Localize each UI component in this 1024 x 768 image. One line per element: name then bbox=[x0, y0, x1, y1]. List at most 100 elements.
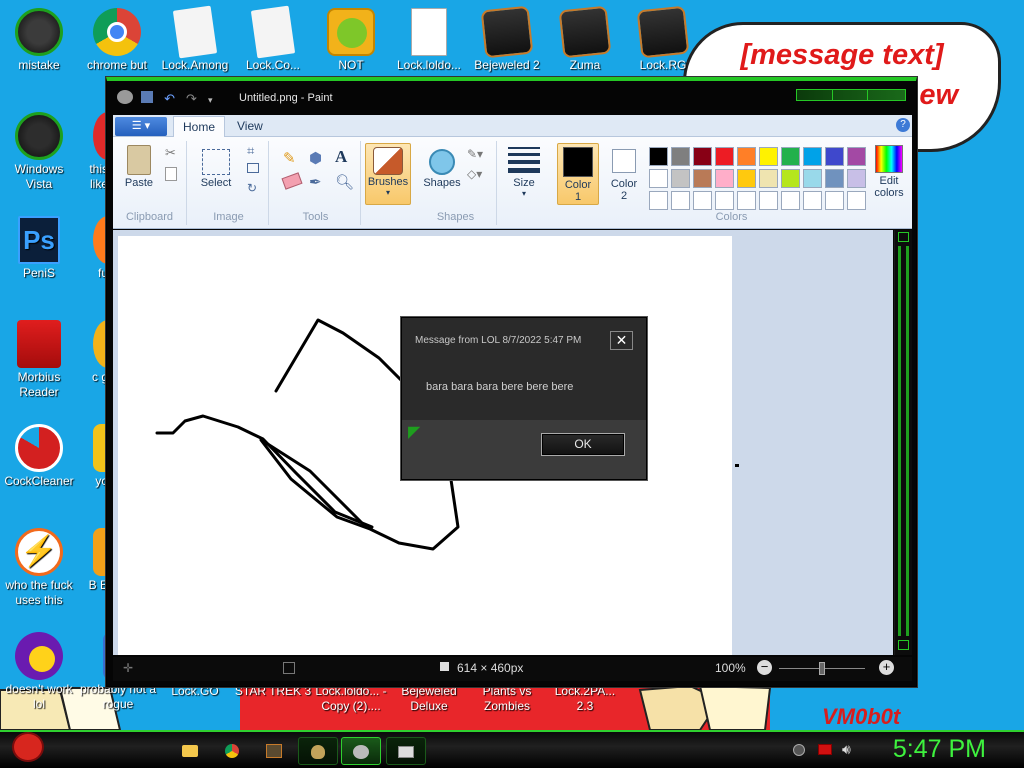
zoom-slider-thumb[interactable] bbox=[819, 662, 825, 675]
desktop-icon-bejeweled-2[interactable]: Bejeweled 2 bbox=[468, 5, 546, 73]
close-button[interactable] bbox=[868, 90, 905, 100]
palette-swatch[interactable] bbox=[803, 191, 822, 210]
palette-swatch[interactable] bbox=[825, 169, 844, 188]
palette-swatch[interactable] bbox=[759, 191, 778, 210]
copy-icon[interactable] bbox=[165, 167, 177, 181]
eraser-icon[interactable] bbox=[281, 172, 303, 190]
taskbar-chrome[interactable] bbox=[212, 737, 252, 765]
desktop-icon-morbius-reader[interactable]: Morbius Reader bbox=[0, 320, 78, 400]
desktop-icon-cockcleaner[interactable]: CockCleaner bbox=[0, 424, 78, 489]
text-icon[interactable]: A bbox=[335, 147, 355, 167]
tray-icon[interactable] bbox=[793, 744, 805, 756]
taskbar-window[interactable] bbox=[386, 737, 426, 765]
help-icon[interactable]: ? bbox=[896, 118, 910, 132]
desktop-icon-lock-among[interactable]: Lock.Among bbox=[156, 5, 234, 73]
crop-icon[interactable]: ⌗ bbox=[247, 143, 254, 159]
desktop-icon-windows-vista[interactable]: Windows Vista bbox=[0, 112, 78, 192]
tab-home[interactable]: Home bbox=[173, 116, 225, 138]
network-icon[interactable] bbox=[818, 744, 832, 755]
color-picker-icon[interactable]: ✒ bbox=[309, 173, 322, 191]
palette-swatch[interactable] bbox=[825, 191, 844, 210]
scroll-thumb[interactable] bbox=[898, 246, 909, 636]
palette-swatch[interactable] bbox=[825, 147, 844, 166]
paint-app-icon[interactable] bbox=[117, 90, 133, 104]
desktop-icon-doesnt-work[interactable]: doesn't work lol bbox=[0, 632, 78, 712]
select-button[interactable]: Select bbox=[195, 143, 237, 203]
paste-button[interactable]: Paste bbox=[121, 143, 157, 203]
tab-view[interactable]: View bbox=[237, 119, 263, 133]
desktop-icon-lock-loldo-copy[interactable]: Lock.loldo... - Copy (2).... bbox=[312, 684, 390, 714]
palette-swatch[interactable] bbox=[671, 191, 690, 210]
desktop-icon-zuma[interactable]: Zuma bbox=[546, 5, 624, 73]
desktop-icon-not[interactable]: NOT bbox=[312, 8, 390, 73]
redo-icon[interactable]: ↷ bbox=[186, 91, 197, 107]
outline-icon[interactable]: ✎▾ bbox=[467, 147, 483, 161]
palette-swatch[interactable] bbox=[715, 147, 734, 166]
palette-swatch[interactable] bbox=[737, 191, 756, 210]
desktop-icon-lock-co[interactable]: Lock.Co... bbox=[234, 5, 312, 73]
magnifier-icon[interactable]: 🔍︎ bbox=[335, 173, 354, 191]
palette-swatch[interactable] bbox=[693, 169, 712, 188]
desktop-icon-b-e[interactable]: B E bbox=[78, 528, 108, 593]
palette-swatch[interactable] bbox=[649, 191, 668, 210]
color1-button[interactable]: Color 1 bbox=[557, 143, 599, 205]
palette-swatch[interactable] bbox=[671, 147, 690, 166]
palette-swatch[interactable] bbox=[715, 169, 734, 188]
palette-swatch[interactable] bbox=[715, 191, 734, 210]
rotate-icon[interactable]: ↻ bbox=[247, 181, 257, 195]
desktop-icon-lock-2pa[interactable]: Lock.2PA... 2.3 bbox=[546, 684, 624, 714]
edit-colors-button[interactable]: Edit colors bbox=[867, 143, 911, 205]
message-dialog[interactable]: Message from LOL 8/7/2022 5:47 PM ✕ bara… bbox=[401, 317, 647, 480]
brushes-button[interactable]: Brushes ▾ bbox=[365, 143, 411, 205]
palette-swatch[interactable] bbox=[759, 147, 778, 166]
desktop-icon-bejeweled-deluxe[interactable]: Bejeweled Deluxe bbox=[390, 684, 468, 714]
taskbar-explorer[interactable] bbox=[170, 737, 210, 765]
palette-swatch[interactable] bbox=[671, 169, 690, 188]
dialog-close-button[interactable]: ✕ bbox=[610, 331, 633, 350]
desktop-icon-this-like[interactable]: this like bbox=[78, 112, 108, 192]
palette-swatch[interactable] bbox=[847, 191, 866, 210]
desktop-icon-lock-rg[interactable]: Lock.RG bbox=[624, 5, 702, 73]
desktop-icon-lock-loldo[interactable]: Lock.loldo... bbox=[390, 8, 468, 73]
fill-style-icon[interactable]: ◇▾ bbox=[467, 167, 482, 181]
scroll-down-button[interactable] bbox=[898, 640, 909, 650]
taskbar-game[interactable] bbox=[254, 737, 294, 765]
palette-swatch[interactable] bbox=[737, 147, 756, 166]
palette-swatch[interactable] bbox=[649, 147, 668, 166]
customize-toolbar-icon[interactable]: ▾ bbox=[208, 95, 213, 106]
desktop-icon-mistake[interactable]: mistake bbox=[0, 8, 78, 73]
palette-swatch[interactable] bbox=[649, 169, 668, 188]
pencil-icon[interactable]: ✎ bbox=[283, 149, 303, 169]
title-bar[interactable]: ↶ ↷ ▾ Untitled.png - Paint bbox=[107, 81, 916, 115]
color2-button[interactable]: Color 2 bbox=[603, 143, 645, 205]
zoom-out-button[interactable]: − bbox=[757, 660, 772, 675]
palette-swatch[interactable] bbox=[737, 169, 756, 188]
desktop-icon-penis[interactable]: Ps PeniS bbox=[0, 216, 78, 281]
undo-icon[interactable]: ↶ bbox=[164, 91, 175, 107]
palette-swatch[interactable] bbox=[803, 147, 822, 166]
desktop-icon-lock-go[interactable]: Lock.GO bbox=[156, 684, 234, 704]
taskbar-clock[interactable]: 5:47 PM bbox=[893, 735, 986, 764]
start-button[interactable] bbox=[6, 728, 50, 768]
ok-button[interactable]: OK bbox=[541, 433, 625, 456]
zoom-slider[interactable] bbox=[779, 662, 865, 675]
desktop-icon-c-g[interactable]: c g bbox=[78, 320, 108, 385]
desktop-icon-chrome[interactable]: chrome but nor bbox=[78, 8, 156, 88]
palette-swatch[interactable] bbox=[781, 191, 800, 210]
scroll-up-button[interactable] bbox=[898, 232, 909, 242]
resize-icon[interactable] bbox=[247, 163, 259, 173]
desktop-icon-plants-vs-zombies[interactable]: Plants vs Zombies bbox=[468, 684, 546, 714]
palette-swatch[interactable] bbox=[693, 191, 712, 210]
taskbar-paint[interactable] bbox=[341, 737, 381, 765]
cut-icon[interactable]: ✂ bbox=[165, 145, 176, 161]
palette-swatch[interactable] bbox=[759, 169, 778, 188]
zoom-in-button[interactable]: + bbox=[879, 660, 894, 675]
desktop-icon-who-uses-this[interactable]: ⚡ who the fuck uses this bbox=[0, 528, 78, 608]
desktop-icon-yo[interactable]: yo bbox=[78, 424, 108, 489]
palette-swatch[interactable] bbox=[693, 147, 712, 166]
palette-swatch[interactable] bbox=[781, 147, 800, 166]
taskbar-app[interactable] bbox=[298, 737, 338, 765]
maximize-button[interactable] bbox=[833, 90, 869, 100]
save-icon[interactable] bbox=[141, 91, 153, 103]
volume-icon[interactable]: 🔊︎ bbox=[842, 741, 851, 758]
